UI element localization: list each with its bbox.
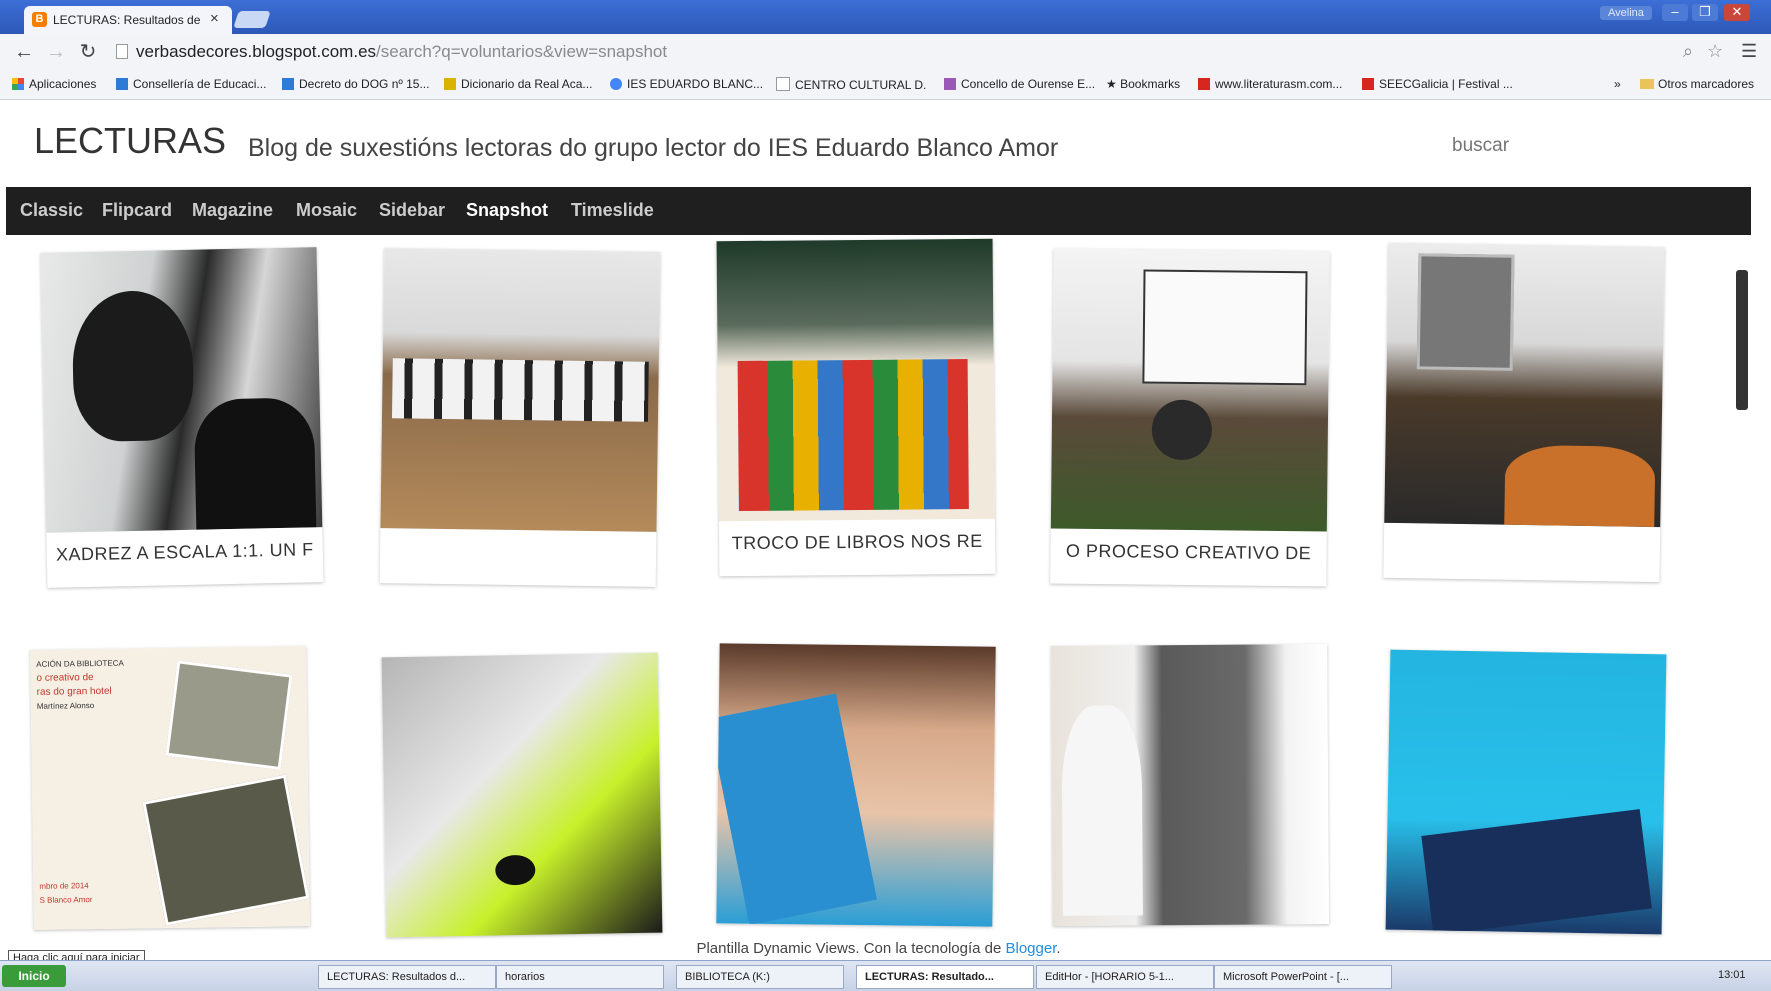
star-icon: ★ [1106, 77, 1121, 91]
dynamic-views-nav: Classic Flipcard Magazine Mosaic Sidebar… [6, 187, 1751, 235]
browser-titlebar: B LECTURAS: Resultados de l × Avelina – … [0, 0, 1771, 34]
taskbar-button-active[interactable]: LECTURAS: Resultado... [856, 965, 1034, 989]
reload-icon[interactable]: ↻ [76, 40, 100, 64]
blogger-link[interactable]: Blogger [1006, 940, 1057, 957]
poster-text: o creativo de [36, 672, 94, 684]
blog-title[interactable]: LECTURAS [34, 120, 226, 162]
view-mosaic[interactable]: Mosaic [296, 200, 357, 221]
forward-icon[interactable]: → [44, 40, 68, 64]
chrome-menu-icon[interactable]: ☰ [1741, 41, 1757, 62]
tab-title: LECTURAS: Resultados de l [53, 13, 203, 27]
folder-icon [1640, 79, 1654, 89]
page-footer: Plantilla Dynamic Views. Con la tecnolog… [696, 940, 1061, 957]
url-text: verbasdecores.blogspot.com.es/search?q=v… [136, 42, 668, 61]
view-sidebar[interactable]: Sidebar [379, 200, 445, 221]
post-caption: O PROCESO CREATIVO DE [1065, 540, 1312, 564]
poster-text: mbro de 2014 [39, 881, 89, 891]
bookmark-item[interactable]: ★ Bookmarks [1106, 77, 1196, 91]
bookmark-item[interactable]: www.literaturasm.com... [1198, 77, 1348, 91]
post-photo [716, 643, 996, 927]
post-card[interactable]: ACIÓN DA BIBLIOTECA o creativo de ras do… [30, 646, 310, 930]
taskbar-button[interactable]: EditHor - [HORARIO 5-1... [1036, 965, 1214, 989]
post-photo [381, 652, 663, 938]
view-timeslide[interactable]: Timeslide [571, 200, 654, 221]
bookmark-item[interactable]: SEECGalicia | Festival ... [1362, 77, 1512, 91]
blog-page: LECTURAS Blog de suxestións lectoras do … [6, 100, 1751, 960]
post-caption [1384, 535, 1660, 539]
bookmarks-bar: Aplicaciones Consellería de Educaci... D… [0, 71, 1771, 100]
minimize-icon[interactable]: – [1662, 4, 1688, 21]
bookmark-item[interactable]: Aplicaciones [12, 77, 106, 91]
post-photo [1051, 644, 1329, 926]
site-icon [116, 78, 128, 90]
google-icon [610, 78, 622, 90]
post-card[interactable] [379, 248, 661, 587]
taskbar-button[interactable]: Microsoft PowerPoint - [... [1214, 965, 1392, 989]
taskbar-button[interactable]: BIBLIOTECA (K:) [676, 965, 844, 989]
post-card[interactable] [716, 643, 996, 927]
post-card[interactable]: O PROCESO CREATIVO DE [1050, 248, 1330, 587]
page-icon [776, 77, 790, 91]
start-button[interactable]: Inicio [2, 965, 66, 987]
page-info-icon[interactable] [116, 44, 128, 59]
browser-tab[interactable]: B LECTURAS: Resultados de l × [24, 6, 232, 34]
bookmark-star-icon[interactable]: ☆ [1707, 41, 1723, 62]
bookmark-item[interactable]: Concello de Ourense E... [944, 77, 1104, 91]
view-snapshot[interactable]: Snapshot [466, 200, 548, 221]
post-card[interactable]: TROCO DE LIBROS NOS RE [716, 238, 996, 577]
poster-text: ACIÓN DA BIBLIOTECA [36, 658, 124, 669]
post-card[interactable] [381, 652, 663, 938]
view-classic[interactable]: Classic [20, 200, 83, 221]
post-photo [380, 248, 661, 532]
post-caption: XADREZ A ESCALA 1:1. UN F [55, 539, 314, 565]
profile-user-button[interactable]: Avelina [1600, 6, 1652, 20]
scrollbar-thumb[interactable] [1736, 270, 1748, 410]
address-bar[interactable]: verbasdecores.blogspot.com.es/search?q=v… [112, 38, 1732, 66]
search-input[interactable] [1450, 132, 1694, 160]
zoom-icon[interactable]: ⌕ [1683, 41, 1693, 62]
poster-text: ras do gran hotel [36, 685, 112, 698]
bookmark-item[interactable]: IES EDUARDO BLANC... [610, 77, 768, 91]
bookmark-item[interactable]: Dicionario da Real Aca... [444, 77, 594, 91]
post-card[interactable] [1051, 644, 1329, 926]
other-bookmarks-folder[interactable]: Otros marcadores [1640, 77, 1754, 91]
post-card[interactable] [1385, 649, 1667, 935]
apps-icon [12, 78, 24, 90]
tab-close-icon[interactable]: × [210, 10, 219, 27]
blogger-favicon-icon: B [32, 12, 47, 27]
windows-taskbar: Inicio LECTURAS: Resultados d... horario… [0, 960, 1771, 991]
system-clock[interactable]: 13:01 [1718, 969, 1746, 981]
post-caption [380, 540, 656, 544]
window-close-icon[interactable]: ✕ [1724, 4, 1750, 21]
bookmark-item[interactable]: Decreto do DOG nº 15... [282, 77, 434, 91]
site-icon [282, 78, 294, 90]
post-card[interactable] [1383, 242, 1665, 583]
post-photo [1385, 649, 1667, 935]
bookmarks-overflow-button[interactable]: » [1614, 77, 1621, 91]
bookmark-item[interactable]: CENTRO CULTURAL D... [776, 77, 926, 92]
restore-icon[interactable]: ❐ [1692, 4, 1718, 21]
new-tab-button[interactable] [233, 11, 271, 28]
post-photo [40, 247, 323, 533]
back-icon[interactable]: ← [12, 40, 36, 64]
taskbar-button[interactable]: LECTURAS: Resultados d... [318, 965, 496, 989]
blog-description: Blog de suxestións lectoras do grupo lec… [248, 134, 1059, 162]
browser-toolbar: ← → ↻ verbasdecores.blogspot.com.es/sear… [0, 34, 1771, 71]
view-flipcard[interactable]: Flipcard [102, 200, 172, 221]
poster-text: Martínez Alonso [36, 701, 95, 711]
post-photo [1050, 248, 1330, 532]
poster-text: S Blanco Amor [39, 895, 93, 905]
sg-icon [1362, 78, 1374, 90]
site-icon [944, 78, 956, 90]
site-icon [1198, 78, 1210, 90]
post-card[interactable]: XADREZ A ESCALA 1:1. UN F [40, 247, 324, 588]
dictionary-icon [444, 78, 456, 90]
post-photo [716, 238, 995, 522]
post-caption: TROCO DE LIBROS NOS RE [731, 530, 983, 554]
bookmark-item[interactable]: Consellería de Educaci... [116, 77, 276, 91]
view-magazine[interactable]: Magazine [192, 200, 273, 221]
post-photo: ACIÓN DA BIBLIOTECA o creativo de ras do… [30, 646, 310, 930]
post-photo [1384, 242, 1665, 528]
taskbar-button[interactable]: horarios [496, 965, 664, 989]
